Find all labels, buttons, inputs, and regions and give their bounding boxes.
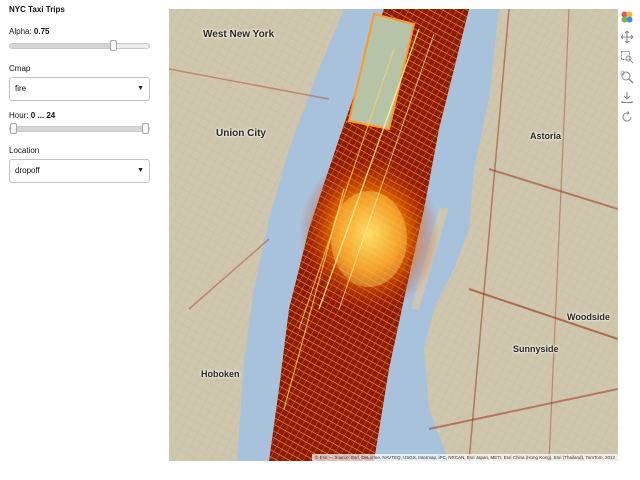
map-attribution: © Esri — Source: Esri, DeLorme, NAVTEQ, …	[312, 454, 618, 461]
hour-label: Hour: 0 ... 24	[9, 111, 56, 120]
alpha-value: 0.75	[33, 27, 50, 36]
save-icon[interactable]	[620, 90, 634, 104]
bokeh-logo-icon[interactable]	[620, 10, 634, 24]
reset-icon[interactable]	[620, 110, 634, 124]
place-label-west-new-york: West New York	[203, 29, 275, 40]
place-label-union-city: Union City	[216, 128, 266, 139]
cmap-label: Cmap	[9, 64, 31, 73]
alpha-slider[interactable]	[9, 40, 150, 51]
location-selected-value: dropoff	[15, 166, 40, 175]
app-title: NYC Taxi Trips	[9, 5, 65, 14]
hour-slider-fill	[10, 127, 149, 131]
hour-slider-start-handle[interactable]	[10, 123, 18, 134]
widget-panel: NYC Taxi Trips Alpha: 0.75 Cmap fire ▼ H…	[0, 0, 160, 480]
alpha-slider-fill	[10, 44, 115, 48]
cmap-selected-value: fire	[15, 84, 27, 93]
place-label-astoria: Astoria	[530, 131, 562, 141]
wheel-zoom-icon[interactable]	[620, 70, 634, 84]
alpha-label: Alpha: 0.75	[9, 27, 50, 36]
place-label-woodside: Woodside	[567, 312, 610, 322]
hour-range-slider[interactable]	[9, 123, 150, 134]
location-label: Location	[9, 146, 40, 155]
map-plot[interactable]: West New York Union City Astoria Hoboken…	[169, 9, 618, 461]
place-label-sunnyside: Sunnyside	[513, 344, 559, 354]
chevron-down-icon: ▼	[137, 85, 144, 92]
hour-value: 0 ... 24	[30, 111, 56, 120]
chevron-down-icon: ▼	[137, 167, 144, 174]
hour-slider-end-handle[interactable]	[142, 123, 150, 134]
cmap-select[interactable]: fire ▼	[9, 77, 150, 101]
alpha-slider-handle[interactable]	[110, 40, 118, 51]
pan-icon[interactable]	[620, 30, 634, 44]
place-label-hoboken: Hoboken	[201, 369, 240, 379]
box-zoom-icon[interactable]	[620, 50, 634, 64]
location-select[interactable]: dropoff ▼	[9, 159, 150, 183]
basemap	[169, 9, 618, 461]
